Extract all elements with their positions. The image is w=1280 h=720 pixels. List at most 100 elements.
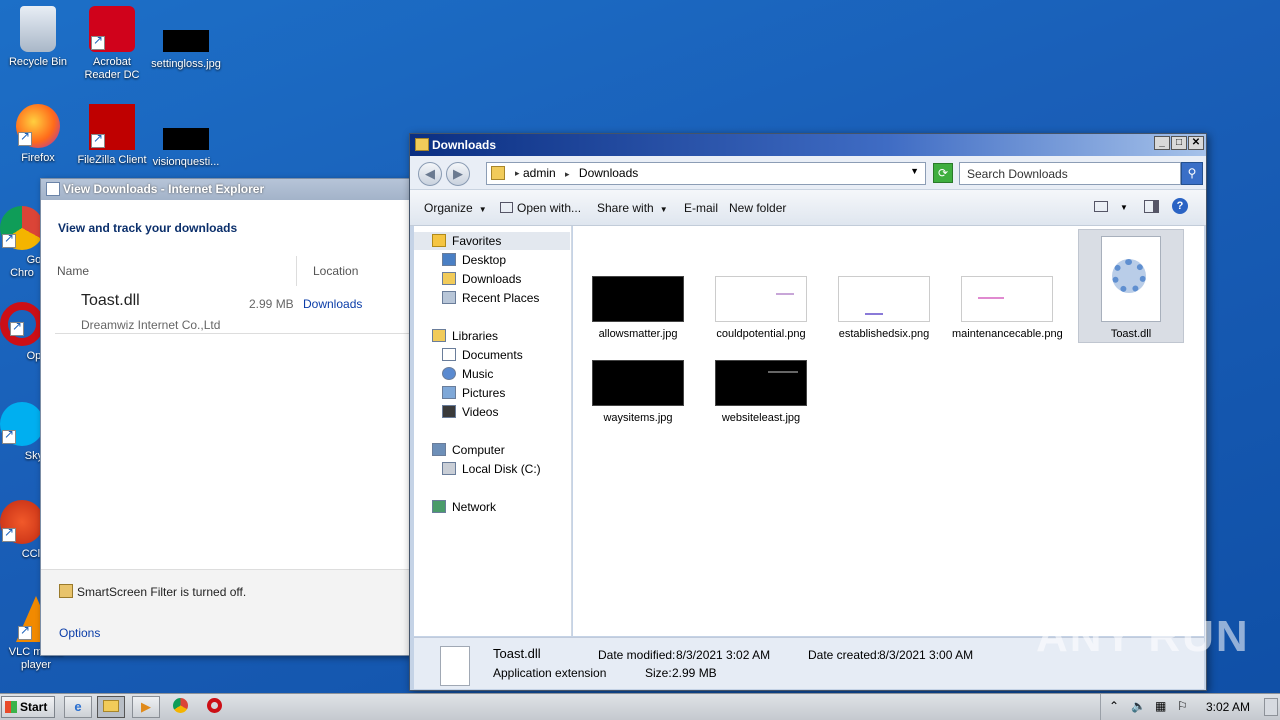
taskbar-ie-button[interactable]: e: [64, 696, 92, 718]
media-player-icon: ▶: [141, 699, 151, 714]
taskbar-explorer-button[interactable]: [97, 696, 125, 718]
windows-logo-icon: [5, 701, 17, 713]
nav-desktop[interactable]: Desktop: [442, 251, 506, 269]
clock[interactable]: 3:02 AM: [1206, 700, 1250, 714]
ie-title-bar[interactable]: View Downloads - Internet Explorer: [41, 179, 409, 200]
download-file-name[interactable]: Toast.dll: [81, 292, 140, 310]
start-button[interactable]: Start: [1, 696, 55, 718]
nav-libraries[interactable]: Libraries: [432, 327, 498, 345]
refresh-button[interactable]: ⟳: [933, 163, 953, 183]
email-button[interactable]: E-mail: [684, 201, 718, 215]
breadcrumb-admin[interactable]: admin: [523, 166, 556, 180]
desktop-icon-filezilla[interactable]: FileZilla Client: [74, 104, 150, 167]
maximize-button[interactable]: □: [1171, 136, 1187, 150]
taskbar-chrome-button[interactable]: [166, 696, 194, 718]
desktop-icon-recycle-bin[interactable]: Recycle Bin: [0, 6, 76, 69]
documents-icon: [442, 348, 456, 361]
preview-pane-icon[interactable]: [1144, 198, 1162, 216]
image-file-icon: [163, 128, 209, 150]
download-location-link[interactable]: Downloads: [303, 297, 362, 311]
nav-music[interactable]: Music: [442, 365, 493, 383]
file-item[interactable]: couldpotential.png: [706, 276, 816, 341]
desktop-icon-acrobat[interactable]: Acrobat Reader DC: [74, 6, 150, 82]
desktop-icon-label: visionquesti...: [152, 156, 220, 168]
file-item-selected[interactable]: Toast.dll: [1078, 229, 1184, 343]
column-header-location[interactable]: Location: [297, 256, 358, 286]
chrome-icon: [0, 206, 44, 250]
image-thumbnail: [715, 276, 807, 322]
open-with-button[interactable]: Open with...: [500, 201, 581, 215]
forward-button[interactable]: ▶: [446, 162, 470, 186]
back-button[interactable]: ◀: [418, 162, 442, 186]
file-item[interactable]: maintenancecable.png: [952, 276, 1063, 341]
nav-recent-places[interactable]: Recent Places: [442, 289, 539, 307]
nav-local-disk[interactable]: Local Disk (C:): [442, 460, 541, 478]
videos-icon: [442, 405, 456, 418]
network-icon[interactable]: ▦: [1155, 699, 1166, 713]
change-view-icon[interactable]: [1094, 198, 1112, 216]
download-row[interactable]: Toast.dll 2.99 MB Downloads Dreamwiz Int…: [55, 286, 409, 334]
file-item[interactable]: establishedsix.png: [829, 276, 939, 341]
file-name: Toast.dll: [1110, 328, 1152, 340]
nav-pictures[interactable]: Pictures: [442, 384, 505, 402]
explorer-title-bar[interactable]: Downloads _ □ ✕: [410, 134, 1206, 156]
search-button[interactable]: ⚲: [1181, 162, 1203, 185]
open-with-icon: [500, 202, 513, 213]
chevron-down-icon[interactable]: ▼: [910, 166, 919, 176]
image-file-icon: [163, 30, 209, 52]
acrobat-icon: [89, 6, 135, 52]
chevron-down-icon: ▼: [478, 205, 487, 214]
close-button[interactable]: ✕: [1188, 136, 1204, 150]
pictures-icon: [442, 386, 456, 399]
ccleaner-icon: [0, 500, 44, 544]
address-bar[interactable]: ▸ admin ▸ Downloads ▼: [486, 162, 926, 185]
new-folder-button[interactable]: New folder: [729, 201, 786, 215]
nav-favorites[interactable]: Favorites: [414, 232, 570, 250]
recycle-bin-icon: [20, 6, 56, 52]
desktop-icon-label: Firefox: [21, 152, 55, 164]
search-input[interactable]: Search Downloads: [959, 162, 1181, 185]
star-icon: [432, 234, 446, 247]
start-label: Start: [20, 700, 48, 714]
chevron-down-icon[interactable]: ▼: [1120, 203, 1138, 221]
desktop-icon-visionquesti[interactable]: visionquesti...: [148, 128, 224, 169]
nav-network[interactable]: Network: [432, 498, 496, 516]
desktop-icon-settingloss[interactable]: settingloss.jpg: [148, 30, 224, 71]
details-size-label: Size:: [645, 666, 672, 680]
music-icon: [442, 367, 456, 380]
image-thumbnail: [592, 276, 684, 322]
breadcrumb-separator-icon: ▸: [565, 169, 570, 179]
help-icon[interactable]: ?: [1172, 198, 1190, 216]
volume-icon[interactable]: 🔈: [1131, 699, 1146, 713]
desktop-icon-firefox[interactable]: Firefox: [0, 104, 76, 165]
action-center-flag-icon[interactable]: ⚐: [1177, 699, 1188, 713]
taskbar-media-player-button[interactable]: ▶: [132, 696, 160, 718]
chrome-icon: [172, 698, 188, 713]
nav-computer[interactable]: Computer: [432, 441, 505, 459]
column-header-name[interactable]: Name: [41, 256, 297, 286]
chevron-down-icon: ▼: [659, 205, 668, 214]
download-file-size: 2.99 MB: [249, 297, 294, 311]
taskbar-opera-button[interactable]: [200, 696, 228, 718]
internet-explorer-icon: e: [74, 699, 82, 714]
nav-videos[interactable]: Videos: [442, 403, 498, 421]
show-desktop-button[interactable]: [1264, 698, 1278, 716]
nav-downloads[interactable]: Downloads: [442, 270, 521, 288]
options-link[interactable]: Options: [59, 626, 100, 640]
command-bar: Organize ▼ Open with... Share with ▼ E-mai…: [410, 190, 1206, 226]
file-item[interactable]: allowsmatter.jpg: [583, 276, 693, 341]
nav-documents[interactable]: Documents: [442, 346, 523, 364]
details-size: 2.99 MB: [672, 666, 717, 680]
taskbar: Start e ▶ ⌃ 🔈 ▦ ⚐ 3:02 AM: [0, 693, 1280, 720]
watermark: ANY RUN: [1036, 612, 1250, 661]
file-item[interactable]: waysitems.jpg: [583, 360, 693, 425]
file-list: allowsmatter.jpg couldpotential.png esta…: [573, 226, 1204, 636]
show-hidden-icons[interactable]: ⌃: [1109, 699, 1119, 713]
image-thumbnail: [715, 360, 807, 406]
minimize-button[interactable]: _: [1154, 136, 1170, 150]
breadcrumb-downloads[interactable]: Downloads: [579, 166, 638, 180]
organize-button[interactable]: Organize ▼: [424, 201, 487, 215]
share-with-button[interactable]: Share with ▼: [597, 201, 668, 215]
folder-icon: [415, 138, 429, 151]
file-item[interactable]: websiteleast.jpg: [706, 360, 816, 425]
